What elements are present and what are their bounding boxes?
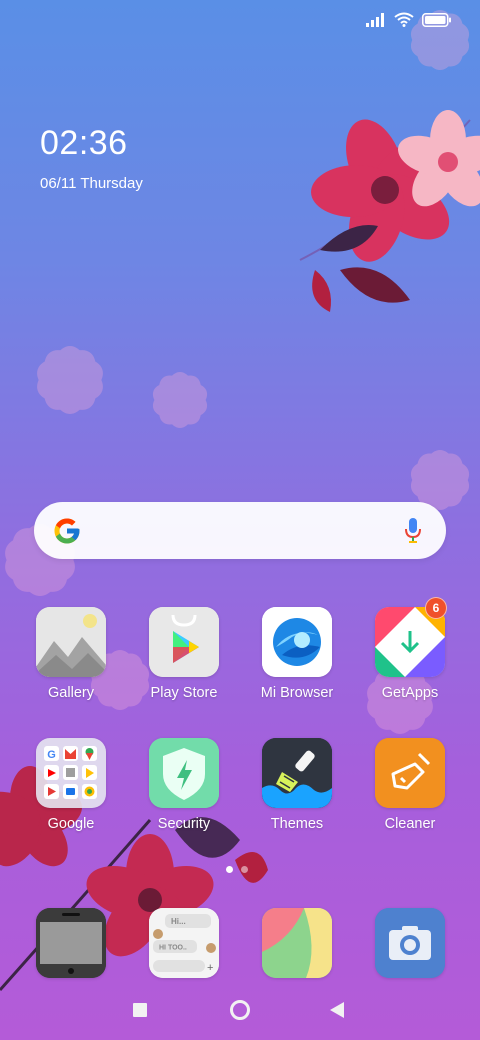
app-google-folder[interactable]: G Google xyxy=(16,738,126,832)
app-label: GetApps xyxy=(381,685,439,701)
triangle-back-icon[interactable] xyxy=(330,1002,344,1023)
app-label: Security xyxy=(157,816,211,832)
app-mi-browser[interactable]: Mi Browser xyxy=(242,607,352,701)
gallery-icon xyxy=(36,607,106,677)
app-gallery[interactable]: Gallery xyxy=(16,607,126,701)
app-label: Google xyxy=(47,816,95,832)
navigation-bar xyxy=(0,996,480,1026)
getapps-icon: 6 xyxy=(375,597,447,677)
phone-icon xyxy=(36,908,106,978)
app-security[interactable]: Security xyxy=(129,738,239,832)
circle-home-icon[interactable] xyxy=(229,999,251,1026)
security-icon xyxy=(149,738,219,808)
app-label: Mi Browser xyxy=(260,685,334,701)
microphone-icon[interactable] xyxy=(404,518,422,549)
message-bubble-2: HI TOO.. xyxy=(159,945,187,952)
page-indicator xyxy=(226,866,248,873)
dock-phone[interactable] xyxy=(16,908,126,978)
page-dot xyxy=(241,866,248,873)
play-store-icon xyxy=(149,607,219,677)
app-getapps[interactable]: 6 GetApps xyxy=(355,597,465,701)
app-play-store[interactable]: Play Store xyxy=(129,607,239,701)
google-search-bar[interactable] xyxy=(34,502,446,559)
signal-bars-icon xyxy=(366,12,386,32)
square-recents-icon[interactable] xyxy=(133,1003,147,1022)
mi-browser-icon xyxy=(262,607,332,677)
status-bar xyxy=(0,0,480,40)
wifi-icon xyxy=(394,12,414,32)
dock-camera[interactable] xyxy=(355,908,465,978)
notification-badge: 6 xyxy=(425,597,447,619)
themes-icon xyxy=(262,738,332,808)
notes-icon xyxy=(262,908,332,978)
clock-date[interactable]: 06/11 Thursday xyxy=(40,175,143,192)
svg-text:G: G xyxy=(47,749,56,761)
app-label: Play Store xyxy=(150,685,218,701)
cleaner-icon xyxy=(375,738,445,808)
svg-text:+: + xyxy=(207,962,213,974)
page-dot-active xyxy=(226,866,233,873)
app-themes[interactable]: Themes xyxy=(242,738,352,832)
messages-icon: Hi... HI TOO.. + xyxy=(149,908,219,978)
google-folder-icon: G xyxy=(36,738,106,808)
dock-messages[interactable]: Hi... HI TOO.. + xyxy=(129,908,239,978)
dock-notes[interactable] xyxy=(242,908,352,978)
google-g-icon xyxy=(52,516,82,551)
clock-time[interactable]: 02:36 xyxy=(40,124,128,163)
message-bubble-1: Hi... xyxy=(171,917,186,926)
app-label: Cleaner xyxy=(384,816,436,832)
app-label: Themes xyxy=(270,816,324,832)
camera-icon xyxy=(375,908,445,978)
battery-icon xyxy=(422,12,452,32)
app-label: Gallery xyxy=(48,685,94,701)
app-cleaner[interactable]: Cleaner xyxy=(355,738,465,832)
